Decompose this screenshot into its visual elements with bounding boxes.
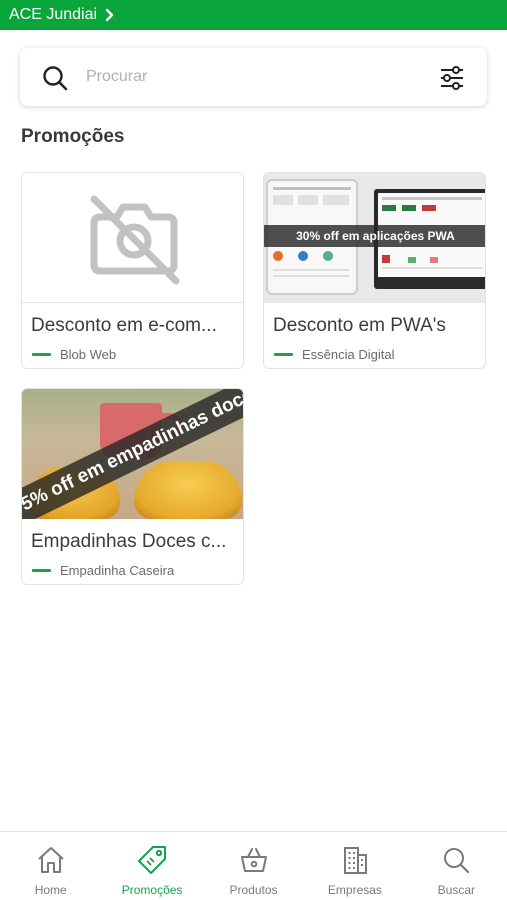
promotion-title: Desconto em e-com... [31, 315, 217, 336]
search-input[interactable] [86, 62, 416, 92]
search-icon[interactable] [42, 65, 68, 91]
nav-item-buscar[interactable]: Buscar [406, 832, 507, 900]
nav-label: Produtos [229, 883, 278, 897]
nav-item-promocoes[interactable]: Promoções [101, 832, 202, 900]
chevron-right-icon[interactable] [104, 8, 116, 22]
search-box [20, 48, 487, 106]
nav-item-empresas[interactable]: Empresas [304, 832, 405, 900]
association-title[interactable]: ACE Jundiai [9, 6, 97, 24]
promotion-title: Desconto em PWA's [273, 315, 446, 336]
promotion-card[interactable]: 5% off em empadinhas doces Empadinhas Do… [21, 388, 244, 585]
nav-label: Promoções [121, 883, 183, 897]
home-icon [38, 847, 64, 873]
promotion-title: Empadinhas Doces c... [31, 531, 227, 552]
top-bar[interactable]: ACE Jundiai [0, 0, 507, 30]
promotion-company: Essência Digital [274, 347, 395, 362]
promotion-company: Blob Web [32, 347, 116, 362]
building-icon [343, 847, 367, 874]
filter-icon[interactable] [439, 65, 465, 91]
tag-icon [138, 846, 167, 874]
section-title: Promoções [21, 126, 125, 147]
promotion-card[interactable]: Desconto em e-com... Blob Web [21, 172, 244, 369]
company-dash [32, 569, 51, 572]
nav-label: Buscar [437, 883, 475, 897]
pastry-shape [134, 461, 242, 519]
promotion-banner: 30% off em aplicações PWA [264, 225, 485, 247]
company-name: Empadinha Caseira [60, 563, 175, 578]
promotion-image-placeholder [22, 173, 243, 303]
nav-label: Empresas [327, 883, 382, 897]
company-dash [274, 353, 293, 356]
company-dash [32, 353, 51, 356]
promotion-company: Empadinha Caseira [32, 563, 174, 578]
company-name: Blob Web [60, 347, 117, 362]
promotion-card[interactable]: 30% off em aplicações PWA Desconto em PW… [263, 172, 486, 369]
promotion-image: 5% off em empadinhas doces [22, 389, 243, 519]
nav-item-produtos[interactable]: Produtos [203, 832, 304, 900]
basket-icon [240, 848, 267, 872]
search-icon [444, 848, 470, 874]
company-name: Essência Digital [302, 347, 395, 362]
nav-label: Home [34, 883, 67, 897]
promotion-image: 30% off em aplicações PWA [264, 173, 485, 303]
nav-item-home[interactable]: Home [0, 832, 101, 900]
camera-off-icon [90, 195, 180, 285]
bottom-navigation: Home Promoções Produtos Empresas Buscar [0, 831, 507, 900]
